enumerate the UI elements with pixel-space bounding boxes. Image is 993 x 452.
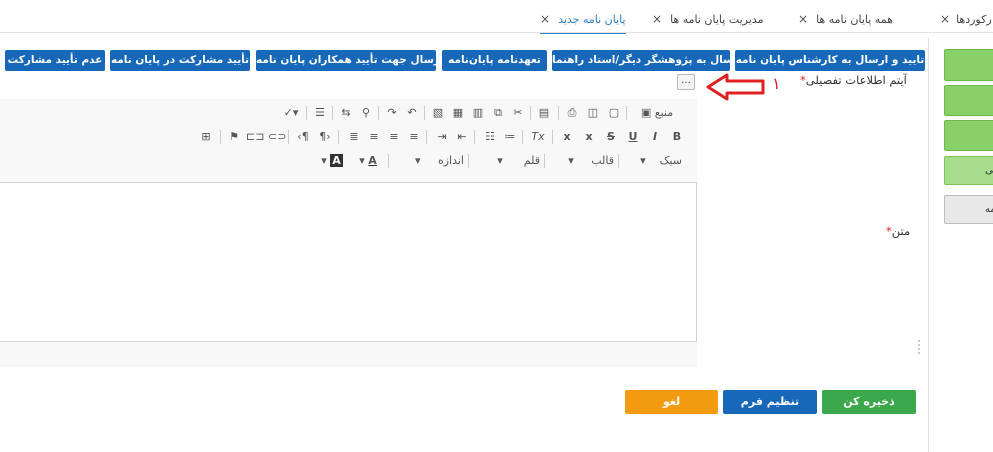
tab-all-records[interactable]: ×همه رکوردها [940, 10, 993, 32]
tab-close-icon[interactable]: × [940, 12, 950, 26]
tab-divider [0, 32, 993, 33]
annotation-arrow-icon [706, 73, 765, 101]
source-button[interactable]: ▣ منبع [630, 103, 684, 123]
print-icon[interactable]: ⎙ [564, 103, 580, 123]
annotation-number: ۱ [772, 74, 781, 93]
send-to-researcher-button[interactable]: ارسال به پژوهشگر دیگر/استاد راهنما [552, 50, 730, 71]
superscript-button[interactable]: x [560, 127, 574, 147]
sidebar-button-4[interactable]: لی [944, 156, 993, 185]
unlink-icon[interactable]: ⊏⊐ [246, 127, 264, 147]
underline-button[interactable]: U [626, 127, 640, 147]
paste-icon[interactable]: ▥ [470, 103, 486, 123]
tab-close-icon[interactable]: × [540, 12, 550, 26]
copy-icon[interactable]: ⧉ [490, 103, 506, 123]
align-right-icon[interactable]: ≡ [366, 127, 382, 147]
spellcheck-icon[interactable]: ✓▾ [280, 103, 302, 123]
select-all-icon[interactable]: ☰ [312, 103, 328, 123]
find-icon[interactable]: ⚲ [358, 103, 374, 123]
sidebar-button-3[interactable] [944, 120, 993, 151]
save-button[interactable]: ذخیره کن [822, 390, 916, 414]
source-icon: ▣ [640, 106, 655, 119]
approve-send-to-expert-button[interactable]: تایید و ارسال به کارشناس پایان نامه [735, 50, 925, 71]
background-color-button[interactable]: ▾ A [316, 151, 348, 171]
editor-content-area[interactable] [0, 184, 696, 340]
bullet-list-icon[interactable]: ☷ [482, 127, 498, 147]
thesis-commitment-button[interactable]: تعهدنامه پایان‌نامه [442, 50, 547, 71]
font-dropdown[interactable]: ▾ قلم [472, 151, 540, 171]
splitter-handle[interactable] [918, 340, 920, 354]
rtl-icon[interactable]: ‹¶ [294, 127, 312, 147]
sidebar-button-1[interactable] [944, 49, 993, 81]
outdent-icon[interactable]: ⇤ [454, 127, 470, 147]
subscript-button[interactable]: x [582, 127, 596, 147]
toolbar-row-2: B I U S x x Tx ≔ ☷ ⇤ ⇥ ≡ ≡ ≡ ≣ ¶› ‹¶ ⊂⊃ … [0, 127, 690, 147]
paste-word-icon[interactable]: ▧ [430, 103, 446, 123]
send-for-colleague-approval-button[interactable]: ارسال جهت تأیید همکاران پایان نامه [256, 50, 436, 71]
paste-text-icon[interactable]: ▦ [450, 103, 466, 123]
sidebar-button-2[interactable] [944, 85, 993, 116]
italic-button[interactable]: I [648, 127, 662, 147]
style-dropdown[interactable]: ▾ سبک [622, 151, 682, 171]
browse-button[interactable]: ... [677, 74, 695, 90]
tab-thesis-management[interactable]: × مدیریت پایان نامه ها [652, 10, 763, 32]
editor-statusbar [0, 341, 697, 367]
text-field-label: *متن [886, 224, 911, 238]
link-icon[interactable]: ⊂⊃ [268, 127, 286, 147]
tab-all-theses[interactable]: × همه پایان نامه ها [798, 10, 893, 32]
numbered-list-icon[interactable]: ≔ [502, 127, 518, 147]
redo-icon[interactable]: ↷ [384, 103, 400, 123]
new-page-icon[interactable]: ▢ [606, 103, 622, 123]
remove-format-icon[interactable]: Tx [530, 127, 546, 147]
align-justify-icon[interactable]: ≣ [346, 127, 362, 147]
preview-icon[interactable]: ◫ [585, 103, 601, 123]
detail-info-label: *آیتم اطلاعات تفصیلی [800, 73, 907, 87]
templates-icon[interactable]: ▤ [536, 103, 552, 123]
toolbar-row-3: ▾ سبک ▾ قالب ▾ قلم ▾ اندازه ▾ A ▾ A [0, 151, 690, 171]
anchor-icon[interactable]: ⚑ [226, 127, 242, 147]
cut-icon[interactable]: ✂ [510, 103, 526, 123]
table-icon[interactable]: ⊞ [198, 127, 214, 147]
strike-button[interactable]: S [604, 127, 618, 147]
cancel-button[interactable]: لغو [625, 390, 718, 414]
arrange-form-button[interactable]: تنظیم فرم [723, 390, 817, 414]
replace-icon[interactable]: ⇆ [338, 103, 354, 123]
text-color-button[interactable]: ▾ A [352, 151, 384, 171]
undo-icon[interactable]: ↶ [404, 103, 420, 123]
bold-button[interactable]: B [670, 127, 684, 147]
toolbar-row-1: ▣ منبع ▢ ◫ ⎙ ▤ ✂ ⧉ ▥ ▦ ▧ ↶ ↷ ⚲ ⇆ ☰ ✓▾ [0, 103, 690, 123]
editor-toolbar: ▣ منبع ▢ ◫ ⎙ ▤ ✂ ⧉ ▥ ▦ ▧ ↶ ↷ ⚲ ⇆ ☰ ✓▾ B … [0, 99, 697, 183]
tab-new-thesis[interactable]: × پایان نامه جدید [540, 10, 626, 34]
reject-participation-button[interactable]: عدم تأیید مشارکت [5, 50, 105, 71]
indent-icon[interactable]: ⇥ [434, 127, 450, 147]
align-center-icon[interactable]: ≡ [386, 127, 402, 147]
size-dropdown[interactable]: ▾ اندازه [392, 151, 464, 171]
align-left-icon[interactable]: ≡ [406, 127, 422, 147]
tab-close-icon[interactable]: × [798, 12, 808, 26]
ltr-icon[interactable]: ¶› [316, 127, 334, 147]
confirm-participation-button[interactable]: تأیید مشارکت در پایان نامه [110, 50, 250, 71]
tab-close-icon[interactable]: × [652, 12, 662, 26]
format-dropdown[interactable]: ▾ قالب [548, 151, 614, 171]
sidebar-button-5[interactable]: ن نامه [944, 195, 993, 224]
